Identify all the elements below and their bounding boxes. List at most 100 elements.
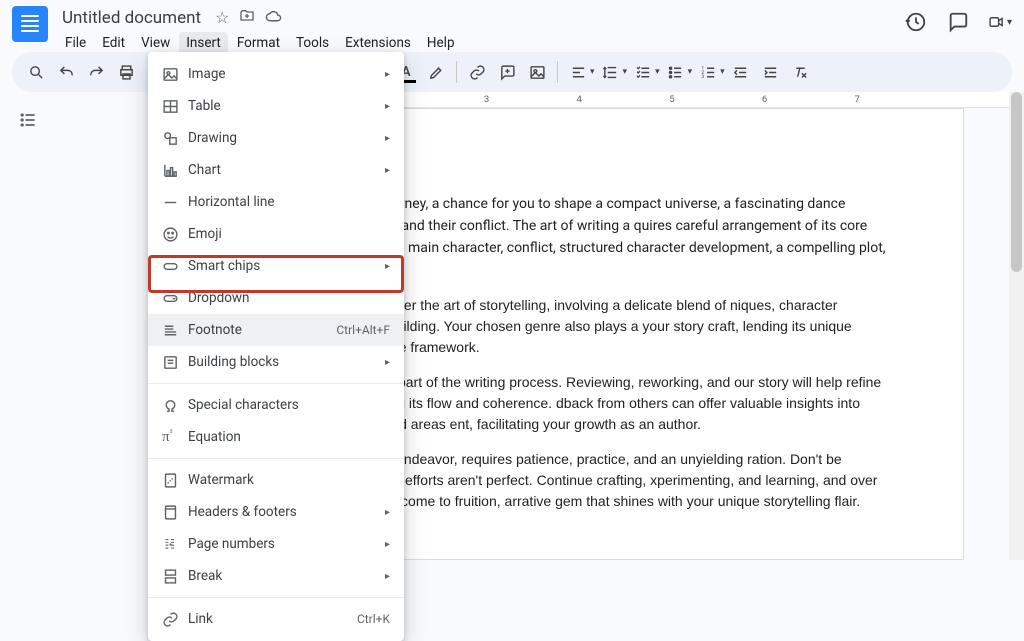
- insert-menu-link[interactable]: LinkCtrl+K: [148, 603, 404, 635]
- menu-format[interactable]: Format: [230, 32, 287, 54]
- menu-item-label: Table: [188, 98, 385, 114]
- insert-image-icon[interactable]: [523, 58, 551, 86]
- chevron-down-icon[interactable]: ▾: [623, 67, 628, 77]
- menu-item-label: Break: [188, 568, 385, 584]
- cloud-status-icon[interactable]: [265, 8, 282, 29]
- insert-menu-footnote[interactable]: FootnoteCtrl+Alt+F: [148, 314, 404, 346]
- outline-toggle-icon[interactable]: [18, 110, 38, 560]
- insert-menu-chart[interactable]: Chart▸: [148, 154, 404, 186]
- decrease-indent-button[interactable]: [727, 58, 755, 86]
- submenu-arrow-icon: ▸: [385, 101, 390, 112]
- menu-item-label: Image: [188, 66, 385, 82]
- menu-tools[interactable]: Tools: [289, 32, 336, 54]
- menu-bar: File Edit View Insert Format Tools Exten…: [58, 32, 904, 54]
- emoji-icon: [162, 226, 188, 243]
- vertical-scrollbar[interactable]: [1009, 92, 1024, 560]
- docs-logo[interactable]: [12, 6, 48, 42]
- insert-menu-headers[interactable]: Headers & footers▸: [148, 496, 404, 528]
- print-icon[interactable]: [112, 58, 140, 86]
- star-icon[interactable]: ☆: [215, 8, 229, 29]
- insert-menu-emoji[interactable]: Emoji: [148, 218, 404, 250]
- link-icon: [162, 611, 188, 628]
- insert-menu-dropdown[interactable]: Dropdown: [148, 282, 404, 314]
- menu-view[interactable]: View: [134, 32, 177, 54]
- doc-title[interactable]: Untitled document: [58, 6, 205, 30]
- insert-menu-drawing[interactable]: Drawing▸: [148, 122, 404, 154]
- toolbar-separator: [557, 61, 558, 83]
- chevron-down-icon[interactable]: ▾: [720, 67, 725, 77]
- chevron-down-icon[interactable]: ▾: [590, 67, 595, 77]
- menu-item-label: Special characters: [188, 397, 390, 413]
- equation-icon: π²: [162, 428, 188, 446]
- menu-file[interactable]: File: [58, 32, 93, 54]
- blocks-icon: [162, 354, 188, 371]
- pagenum-icon: [162, 536, 188, 553]
- chevron-down-icon[interactable]: ▾: [688, 67, 693, 77]
- add-comment-icon[interactable]: [493, 58, 521, 86]
- submenu-arrow-icon: ▸: [385, 261, 390, 272]
- insert-menu-smartchips[interactable]: Smart chips▸: [148, 250, 404, 282]
- ruler-tick: 3: [484, 94, 489, 105]
- menu-edit[interactable]: Edit: [95, 32, 132, 54]
- menu-extensions[interactable]: Extensions: [338, 32, 418, 54]
- insert-menu-special[interactable]: Special characters: [148, 389, 404, 421]
- bulleted-list-button[interactable]: [662, 58, 690, 86]
- chart-icon: [162, 162, 188, 179]
- dropdown-icon: [162, 290, 188, 307]
- history-icon[interactable]: [904, 10, 928, 34]
- redo-icon[interactable]: [82, 58, 110, 86]
- shortcut-label: Ctrl+Alt+F: [336, 323, 390, 337]
- menu-item-label: Page numbers: [188, 536, 385, 552]
- insert-link-icon[interactable]: [463, 58, 491, 86]
- search-menus-icon[interactable]: [22, 58, 50, 86]
- comments-icon[interactable]: [946, 10, 970, 34]
- insert-menu-blocks[interactable]: Building blocks▸: [148, 346, 404, 378]
- drawing-icon: [162, 130, 188, 147]
- watermark-icon: [162, 472, 188, 489]
- svg-text:3: 3: [701, 74, 704, 80]
- toolbar-separator: [456, 61, 457, 83]
- hr-icon: [162, 194, 188, 211]
- checklist-button[interactable]: [629, 58, 657, 86]
- numbered-list-button[interactable]: 123: [694, 58, 722, 86]
- menu-item-label: Drawing: [188, 130, 385, 146]
- insert-menu-watermark[interactable]: Watermark: [148, 464, 404, 496]
- move-icon[interactable]: [239, 8, 255, 29]
- ruler-tick: 7: [854, 94, 859, 105]
- submenu-arrow-icon: ▸: [385, 539, 390, 550]
- footnote-icon: [162, 322, 188, 339]
- menu-separator: [148, 597, 404, 598]
- menu-help[interactable]: Help: [420, 32, 462, 54]
- insert-menu-break[interactable]: Break▸: [148, 560, 404, 592]
- menu-item-label: Watermark: [188, 472, 390, 488]
- align-button[interactable]: [564, 58, 592, 86]
- scrollbar-thumb[interactable]: [1011, 92, 1022, 272]
- menu-separator: [148, 458, 404, 459]
- break-icon: [162, 568, 188, 585]
- headers-icon: [162, 504, 188, 521]
- clear-formatting-button[interactable]: [787, 58, 815, 86]
- ruler-tick: 4: [577, 94, 582, 105]
- menu-item-label: Building blocks: [188, 354, 385, 370]
- shortcut-label: Ctrl+K: [357, 612, 390, 626]
- undo-icon[interactable]: [52, 58, 80, 86]
- menu-item-label: Link: [188, 611, 357, 627]
- submenu-arrow-icon: ▸: [385, 133, 390, 144]
- insert-menu-image[interactable]: Image▸: [148, 58, 404, 90]
- ruler-tick: 5: [669, 94, 674, 105]
- menu-insert[interactable]: Insert: [179, 32, 228, 54]
- line-spacing-button[interactable]: [597, 58, 625, 86]
- increase-indent-button[interactable]: [757, 58, 785, 86]
- insert-menu-hr[interactable]: Horizontal line: [148, 186, 404, 218]
- insert-menu-equation[interactable]: π²Equation: [148, 421, 404, 453]
- image-icon: [162, 66, 188, 83]
- insert-menu-pagenum[interactable]: Page numbers▸: [148, 528, 404, 560]
- chevron-down-icon[interactable]: ▾: [655, 67, 660, 77]
- meet-icon[interactable]: ▾: [988, 10, 1012, 34]
- menu-item-label: Smart chips: [188, 258, 385, 274]
- submenu-arrow-icon: ▸: [385, 357, 390, 368]
- highlight-color-button[interactable]: [422, 58, 450, 86]
- menu-item-label: Headers & footers: [188, 504, 385, 520]
- table-icon: [162, 98, 188, 115]
- insert-menu-table[interactable]: Table▸: [148, 90, 404, 122]
